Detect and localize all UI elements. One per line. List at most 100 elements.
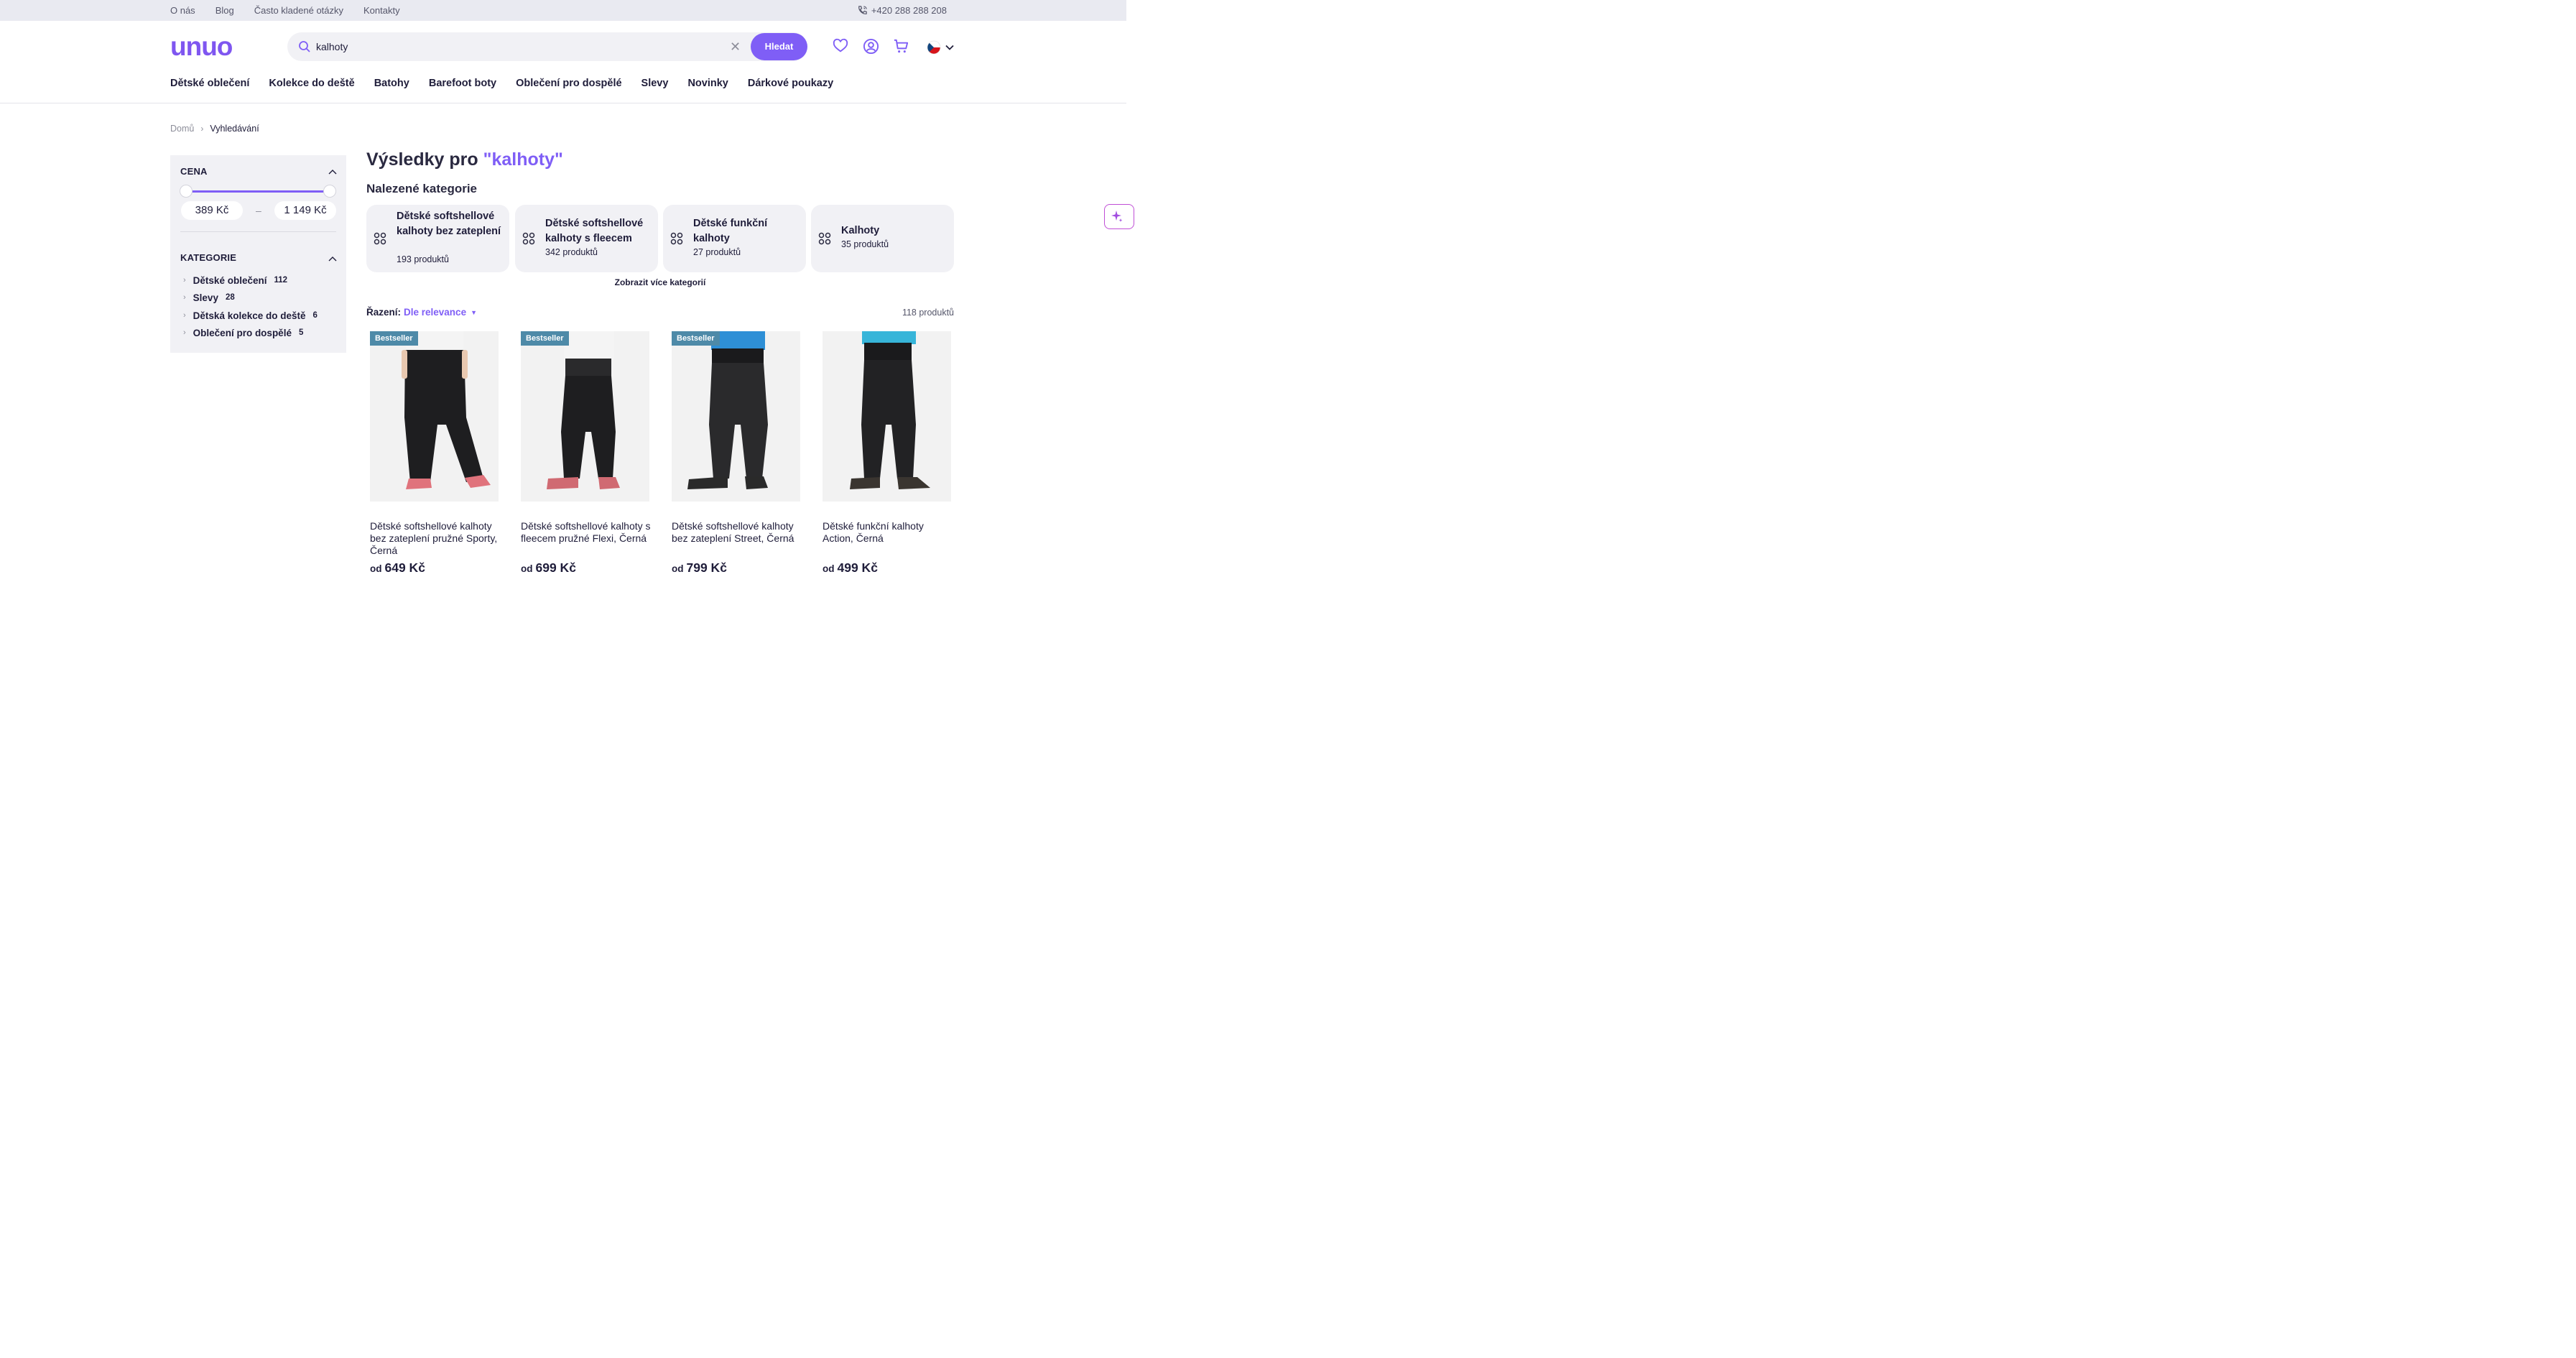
- product-image[interactable]: Bestseller: [672, 331, 800, 502]
- account-icon[interactable]: [863, 38, 879, 55]
- product-image[interactable]: [823, 331, 951, 502]
- product-image[interactable]: Bestseller: [521, 331, 649, 502]
- category-card[interactable]: Kalhoty 35 produktů: [811, 205, 954, 272]
- nav-backpacks[interactable]: Batohy: [374, 78, 409, 89]
- product-photo: [672, 331, 800, 502]
- breadcrumb-home[interactable]: Domů: [170, 124, 194, 134]
- category-filter-count: 28: [225, 293, 235, 302]
- breadcrumb-chevron-icon: ›: [200, 124, 204, 134]
- price-filter-heading[interactable]: CENA: [180, 166, 208, 177]
- clear-search-icon[interactable]: ✕: [730, 40, 741, 54]
- category-card[interactable]: Dětské funkční kalhoty 27 produktů: [663, 205, 806, 272]
- chevron-up-icon[interactable]: [328, 255, 337, 262]
- grid-icon: [818, 232, 831, 245]
- product-name[interactable]: Dětské softshellové kalhoty bez zateplen…: [370, 520, 503, 557]
- category-card[interactable]: Dětské softshellové kalhoty s fleecem 34…: [515, 205, 658, 272]
- category-filter-label: Oblečení pro dospělé: [193, 327, 292, 338]
- price-amount: 499 Kč: [837, 560, 878, 575]
- chevron-right-icon: ›: [183, 293, 186, 302]
- sparkle-icon: [1111, 211, 1123, 222]
- price-min-input[interactable]: 389 Kč: [181, 201, 243, 220]
- nav-kids-clothing[interactable]: Dětské oblečení: [170, 78, 249, 89]
- page-title: Výsledky pro "kalhoty": [366, 149, 563, 170]
- category-card-title: Dětské softshellové kalhoty s fleecem: [545, 218, 644, 244]
- category-filter-label: Dětská kolekce do deště: [193, 310, 306, 321]
- price-amount: 799 Kč: [686, 560, 727, 575]
- price-amount: 649 Kč: [384, 560, 425, 575]
- chevron-down-icon: [945, 45, 954, 50]
- category-filter-item[interactable]: › Dětské oblečení 112: [183, 273, 287, 287]
- breadcrumb-current: Vyhledávání: [210, 124, 259, 134]
- show-more-categories-link[interactable]: Zobrazit více kategorií: [366, 277, 954, 287]
- product-name[interactable]: Dětské funkční kalhoty Action, Černá: [823, 520, 955, 545]
- bestseller-badge: Bestseller: [521, 331, 569, 346]
- product-photo: [823, 331, 951, 502]
- wishlist-heart-icon[interactable]: [833, 38, 848, 54]
- grid-icon: [374, 232, 386, 245]
- price-slider-min-handle[interactable]: [180, 185, 192, 197]
- search-input[interactable]: kalhoty: [316, 32, 348, 61]
- grid-icon: [670, 232, 683, 245]
- caret-down-icon: ▼: [471, 308, 477, 316]
- phone-link[interactable]: +420 288 288 208: [857, 0, 947, 21]
- product-price: od 699 Kč: [521, 560, 576, 576]
- product-price: od 799 Kč: [672, 560, 727, 576]
- product-photo: [521, 331, 649, 502]
- category-filter-count: 6: [312, 311, 318, 320]
- category-filter-item[interactable]: › Slevy 28: [183, 290, 235, 305]
- chevron-up-icon[interactable]: [328, 168, 337, 175]
- search-icon: [299, 41, 310, 52]
- nav-adult-clothing[interactable]: Oblečení pro dospělé: [516, 78, 621, 89]
- category-card-title: Dětské funkční kalhoty: [693, 218, 768, 244]
- price-slider-max-handle[interactable]: [324, 185, 335, 197]
- ai-assistant-button[interactable]: [1104, 204, 1134, 229]
- search-bar: kalhoty ✕ Hledat: [287, 32, 807, 61]
- search-button[interactable]: Hledat: [751, 33, 807, 60]
- top-link-faq[interactable]: Často kladené otázky: [254, 5, 343, 16]
- category-filter-label: Slevy: [193, 292, 218, 303]
- category-card-count: 27 produktů: [693, 247, 741, 257]
- nav-rain-collection[interactable]: Kolekce do deště: [269, 78, 354, 89]
- category-filter-item[interactable]: › Dětská kolekce do deště 6: [183, 308, 318, 323]
- price-max-input[interactable]: 1 149 Kč: [274, 201, 336, 220]
- product-count: 118 produktů: [902, 308, 954, 318]
- nav-gift-vouchers[interactable]: Dárkové poukazy: [748, 78, 833, 89]
- cart-icon[interactable]: [893, 38, 909, 55]
- price-prefix: od: [823, 563, 835, 574]
- product-photo: [370, 331, 499, 502]
- category-filter-heading[interactable]: KATEGORIE: [180, 252, 236, 263]
- main-nav: Dětské oblečení Kolekce do deště Batohy …: [170, 78, 853, 89]
- bestseller-badge: Bestseller: [370, 331, 418, 346]
- nav-sales[interactable]: Slevy: [641, 78, 669, 89]
- top-link-contacts[interactable]: Kontakty: [363, 5, 400, 16]
- category-card-title: Dětské softshellové kalhoty bez zateplen…: [397, 211, 501, 237]
- chevron-right-icon: ›: [183, 311, 186, 320]
- sort-value[interactable]: Dle relevance: [404, 307, 466, 318]
- sort-control[interactable]: Řazení: Dle relevance ▼: [366, 307, 477, 318]
- category-filter-count: 5: [298, 328, 304, 337]
- product-price: od 499 Kč: [823, 560, 878, 576]
- top-bar: O nás Blog Často kladené otázky Kontakty…: [0, 0, 1126, 21]
- top-link-about[interactable]: O nás: [170, 5, 195, 16]
- category-card-count: 342 produktů: [545, 247, 598, 257]
- product-price: od 649 Kč: [370, 560, 425, 576]
- product-image[interactable]: Bestseller: [370, 331, 499, 502]
- category-card[interactable]: Dětské softshellové kalhoty bez zateplen…: [366, 205, 509, 272]
- search-query: "kalhoty": [483, 149, 563, 170]
- phone-number: +420 288 288 208: [871, 5, 947, 16]
- top-link-blog[interactable]: Blog: [216, 5, 234, 16]
- chevron-right-icon: ›: [183, 328, 186, 337]
- price-prefix: od: [672, 563, 684, 574]
- price-amount: 699 Kč: [535, 560, 576, 575]
- category-filter-item[interactable]: › Oblečení pro dospělé 5: [183, 325, 303, 340]
- nav-barefoot-shoes[interactable]: Barefoot boty: [429, 78, 496, 89]
- sort-label: Řazení:: [366, 307, 402, 318]
- language-selector[interactable]: [927, 40, 955, 55]
- price-slider-track: [186, 190, 330, 193]
- price-prefix: od: [370, 563, 382, 574]
- product-name[interactable]: Dětské softshellové kalhoty s fleecem pr…: [521, 520, 654, 545]
- product-name[interactable]: Dětské softshellové kalhoty bez zateplen…: [672, 520, 805, 545]
- logo[interactable]: unuo: [170, 33, 233, 60]
- nav-news[interactable]: Novinky: [687, 78, 728, 89]
- category-filter-count: 112: [274, 276, 288, 285]
